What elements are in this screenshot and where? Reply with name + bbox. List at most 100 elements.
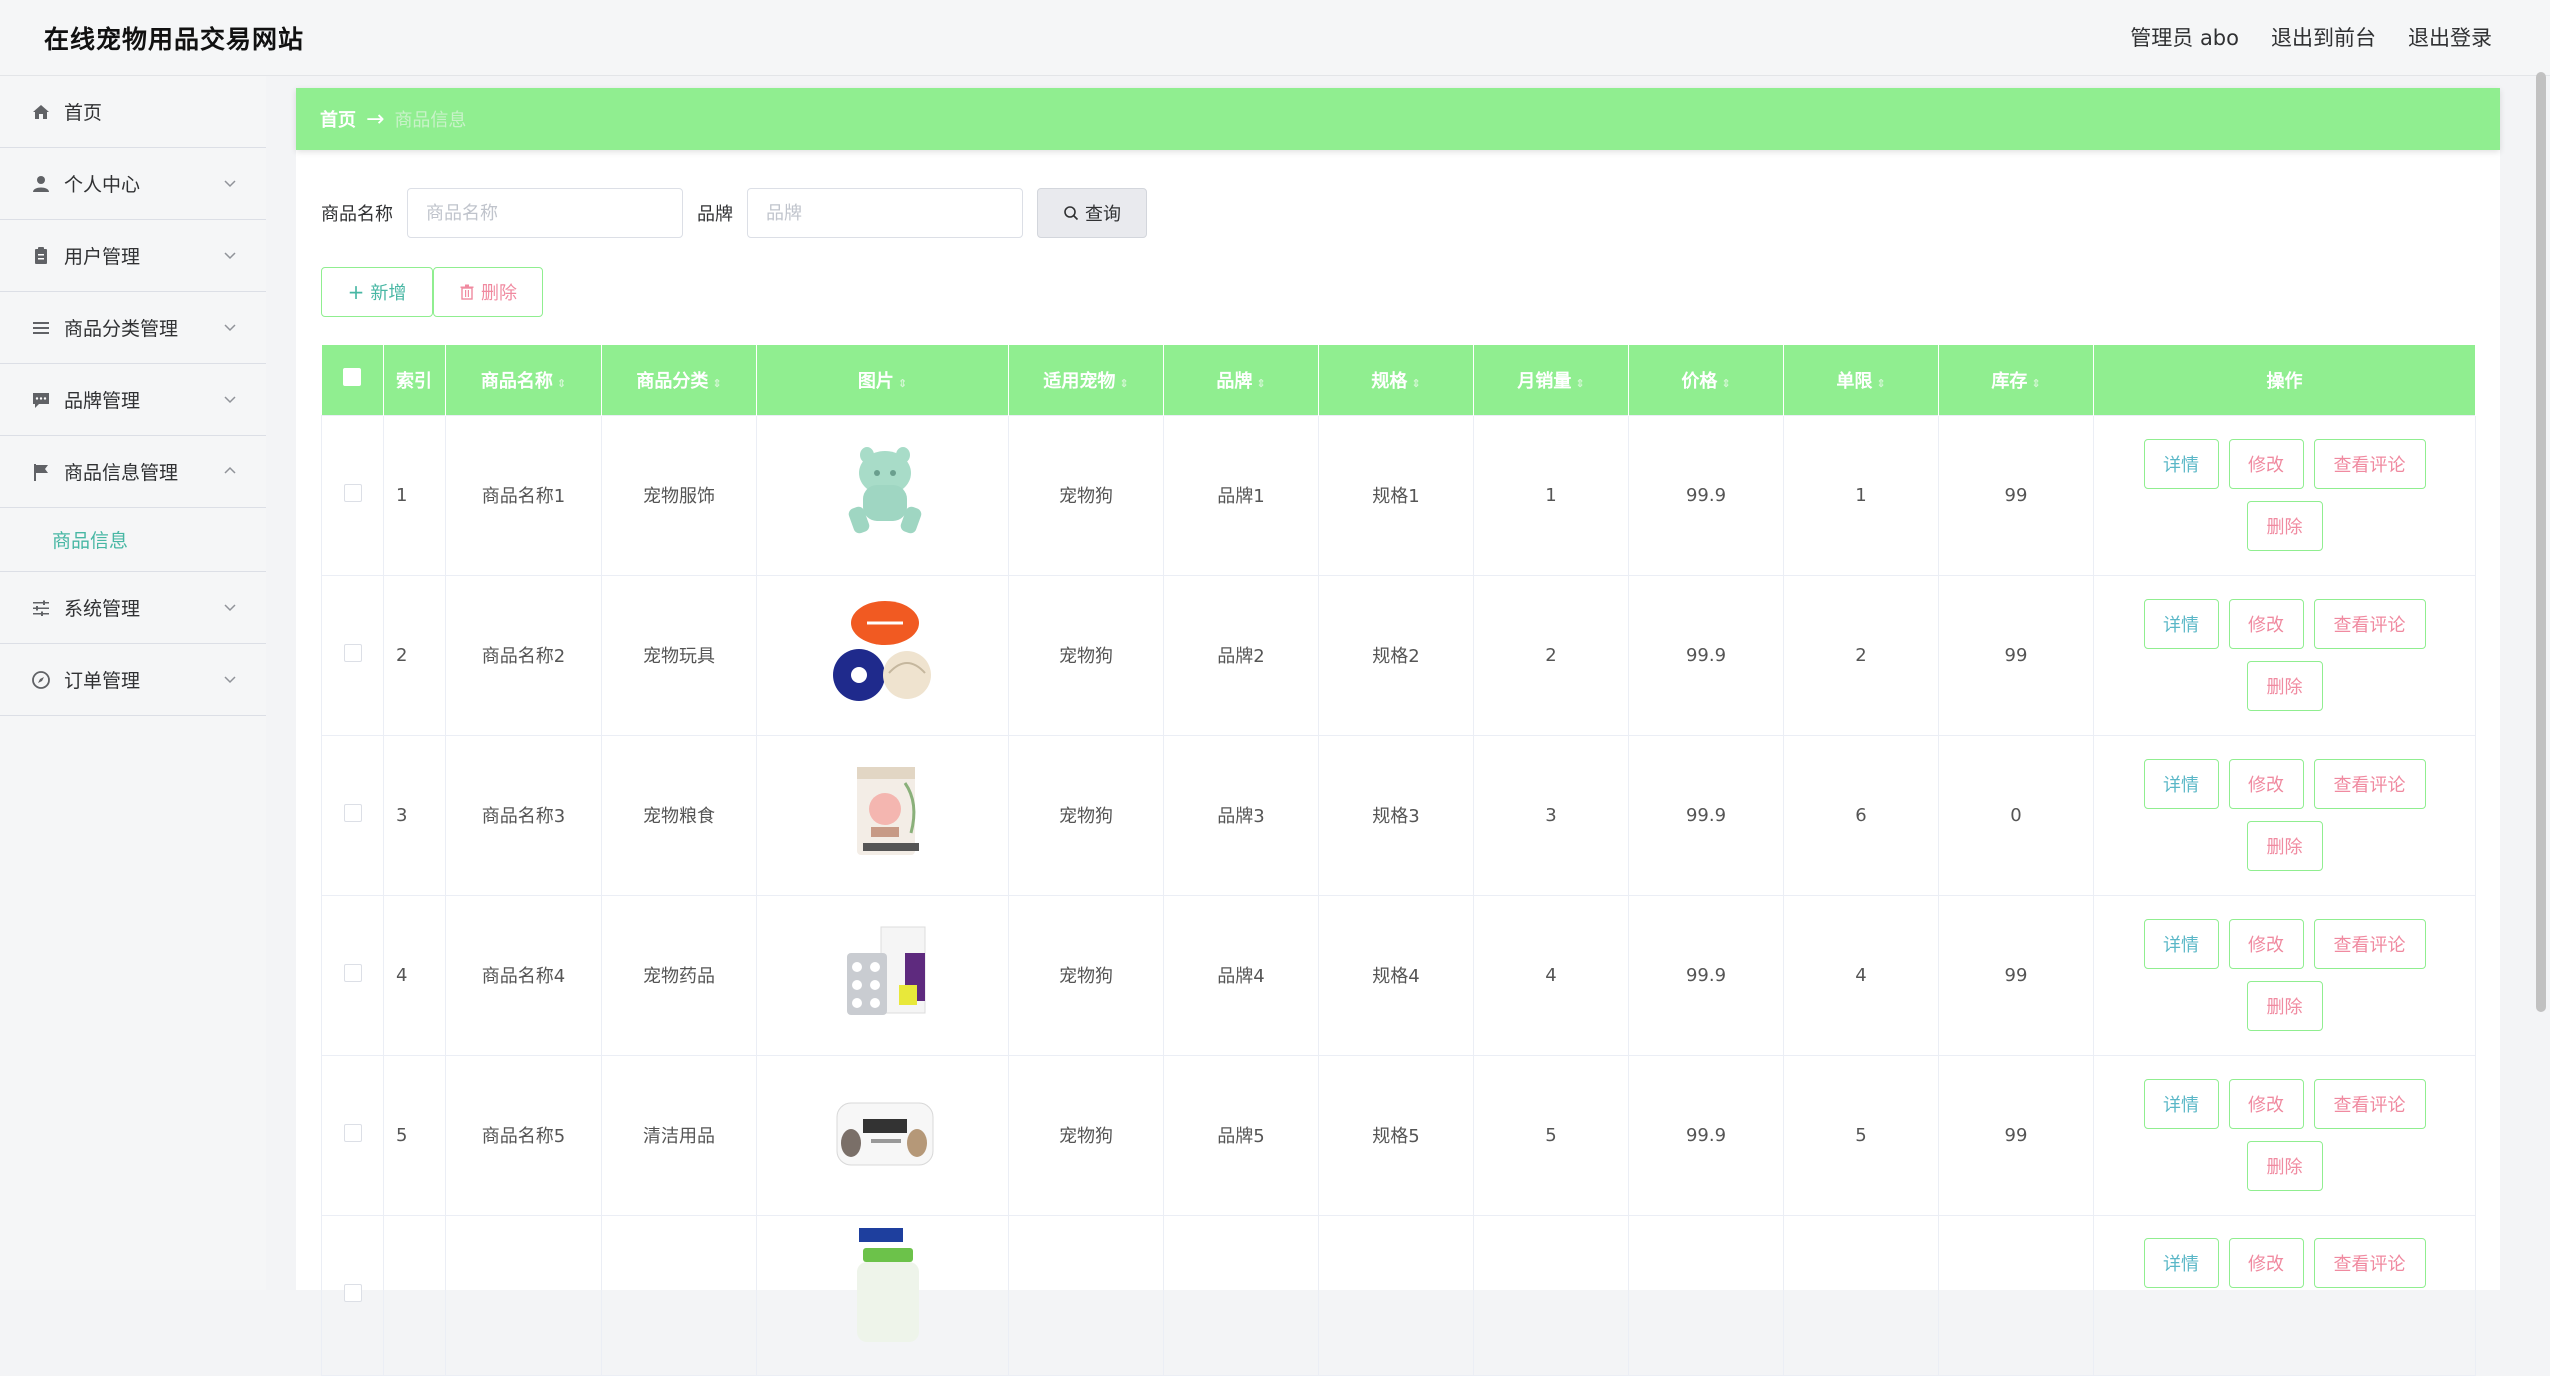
sidebar-item-goods[interactable]: 商品信息管理 (0, 436, 266, 508)
edit-button[interactable]: 修改 (2228, 599, 2304, 649)
col-image[interactable]: 图片 ⇕ (756, 345, 1009, 415)
detail-button[interactable]: 详情 (2143, 439, 2219, 489)
admin-user-link[interactable]: 管理员 abo (2130, 22, 2239, 52)
edit-button[interactable]: 修改 (2228, 1079, 2304, 1129)
page-scrollbar[interactable] (2536, 72, 2546, 1012)
exit-to-front-link[interactable]: 退出到前台 (2271, 22, 2376, 52)
sidebar-item-personal[interactable]: 个人中心 (0, 148, 266, 220)
delete-row-button[interactable]: 删除 (2246, 981, 2323, 1031)
col-brand[interactable]: 品牌 ⇕ (1163, 345, 1319, 415)
delete-row-button[interactable]: 删除 (2246, 501, 2323, 551)
sidebar-item-home[interactable]: 首页 (0, 76, 266, 148)
col-pet[interactable]: 适用宠物 ⇕ (1008, 345, 1164, 415)
sort-icon[interactable]: ⇕ (557, 377, 566, 390)
edit-button[interactable]: 修改 (2228, 439, 2304, 489)
sort-icon[interactable]: ⇕ (712, 377, 721, 390)
row-select-cell[interactable] (321, 1054, 384, 1216)
view-reviews-button[interactable]: 查看评论 (2313, 1079, 2426, 1129)
detail-button[interactable]: 详情 (2143, 759, 2219, 809)
detail-button[interactable]: 详情 (2143, 1237, 2219, 1288)
cell-image (756, 1214, 1009, 1376)
col-ops: 操作 (2093, 345, 2476, 415)
sort-icon[interactable]: ⇕ (2031, 377, 2040, 390)
col-name[interactable]: 商品名称 ⇕ (445, 345, 602, 415)
row-select-cell[interactable] (321, 414, 384, 576)
edit-button[interactable]: 修改 (2228, 919, 2304, 969)
sort-icon[interactable]: ⇕ (898, 377, 907, 390)
search-icon (1064, 206, 1079, 221)
table-header-row: 索引 商品名称 ⇕ 商品分类 ⇕ 图片 ⇕ 适用宠物 ⇕ 品牌 ⇕ 规格 ⇕ 月销量 ⇕ 价格… (321, 345, 2476, 415)
col-pet-label: 适用宠物 (1043, 370, 1116, 392)
brand-label: 品牌 (697, 204, 733, 225)
detail-button[interactable]: 详情 (2143, 1079, 2219, 1129)
sort-icon[interactable]: ⇕ (1256, 377, 1265, 390)
cell-image (756, 1054, 1009, 1216)
view-reviews-button[interactable]: 查看评论 (2313, 439, 2426, 489)
col-category[interactable]: 商品分类 ⇕ (601, 345, 757, 415)
row-checkbox[interactable] (343, 483, 362, 502)
col-brand-label: 品牌 (1216, 370, 1253, 392)
breadcrumb-home[interactable]: 首页 (320, 106, 356, 132)
batch-delete-button[interactable]: 删除 (433, 267, 543, 317)
sort-icon[interactable]: ⇕ (1876, 377, 1885, 390)
row-checkbox[interactable] (343, 803, 362, 822)
name-search-input[interactable] (407, 188, 683, 238)
chevron-down-icon (224, 252, 236, 260)
select-all-cell[interactable] (321, 345, 384, 415)
col-price[interactable]: 价格 ⇕ (1628, 345, 1784, 415)
cell-name: 商品名称2 (445, 574, 602, 736)
edit-button[interactable]: 修改 (2228, 1237, 2304, 1288)
delete-row-button[interactable]: 删除 (2246, 821, 2323, 871)
row-select-cell[interactable] (321, 734, 384, 896)
brand-search-input[interactable] (747, 188, 1023, 238)
delete-row-button[interactable]: 删除 (2246, 661, 2323, 711)
sort-icon[interactable]: ⇕ (1411, 377, 1420, 390)
row-select-cell[interactable] (321, 894, 384, 1056)
delete-row-button[interactable]: 删除 (2246, 1141, 2323, 1191)
add-button[interactable]: + 新增 (321, 267, 433, 317)
sidebar-item-label: 商品信息管理 (64, 462, 179, 484)
col-limit[interactable]: 单限 ⇕ (1783, 345, 1939, 415)
home-icon (30, 101, 52, 123)
col-sales[interactable]: 月销量 ⇕ (1473, 345, 1629, 415)
query-button[interactable]: 查询 (1037, 188, 1147, 238)
sidebar-item-system[interactable]: 系统管理 (0, 572, 266, 644)
row-select-cell[interactable] (321, 574, 384, 736)
row-select-cell[interactable] (321, 1214, 384, 1376)
product-image-pet-clothes (848, 446, 921, 533)
select-all-checkbox[interactable] (343, 368, 362, 387)
cell-ops: 详情 修改 查看评论 删除 (2093, 1054, 2476, 1216)
col-spec[interactable]: 规格 ⇕ (1318, 345, 1474, 415)
row-checkbox[interactable] (343, 1123, 362, 1142)
sidebar-item-orders[interactable]: 订单管理 (0, 644, 266, 716)
row-checkbox[interactable] (343, 1283, 362, 1302)
row-checkbox[interactable] (343, 963, 362, 982)
cell-image (756, 734, 1009, 896)
sidebar-item-category[interactable]: 商品分类管理 (0, 292, 266, 364)
breadcrumb-arrow-icon: → (366, 106, 385, 132)
view-reviews-button[interactable]: 查看评论 (2313, 759, 2426, 809)
sidebar-subitem-goods-info[interactable]: 商品信息 (0, 508, 266, 572)
col-sales-label: 月销量 (1517, 370, 1572, 392)
logout-link[interactable]: 退出登录 (2408, 22, 2492, 52)
view-reviews-button[interactable]: 查看评论 (2313, 599, 2426, 649)
action-row: + 新增 删除 (321, 267, 543, 317)
view-reviews-button[interactable]: 查看评论 (2313, 919, 2426, 969)
sidebar-item-users[interactable]: 用户管理 (0, 220, 266, 292)
sort-icon[interactable]: ⇕ (1721, 377, 1730, 390)
sort-icon[interactable]: ⇕ (1575, 377, 1584, 390)
row-checkbox[interactable] (343, 643, 362, 662)
sort-icon[interactable]: ⇕ (1119, 377, 1128, 390)
cell-pet: 宠物狗 (1008, 894, 1164, 1056)
col-stock[interactable]: 库存 ⇕ (1938, 345, 2094, 415)
detail-button[interactable]: 详情 (2143, 919, 2219, 969)
cell-index: 2 (383, 574, 446, 736)
cell-price: 99.9 (1628, 574, 1784, 736)
cell-stock: 99 (1938, 574, 2094, 736)
edit-button[interactable]: 修改 (2228, 759, 2304, 809)
sidebar-item-brand[interactable]: 品牌管理 (0, 364, 266, 436)
cell-price: 99.9 (1628, 414, 1784, 576)
view-reviews-button[interactable]: 查看评论 (2313, 1237, 2426, 1288)
cell-price (1628, 1214, 1784, 1376)
detail-button[interactable]: 详情 (2143, 599, 2219, 649)
